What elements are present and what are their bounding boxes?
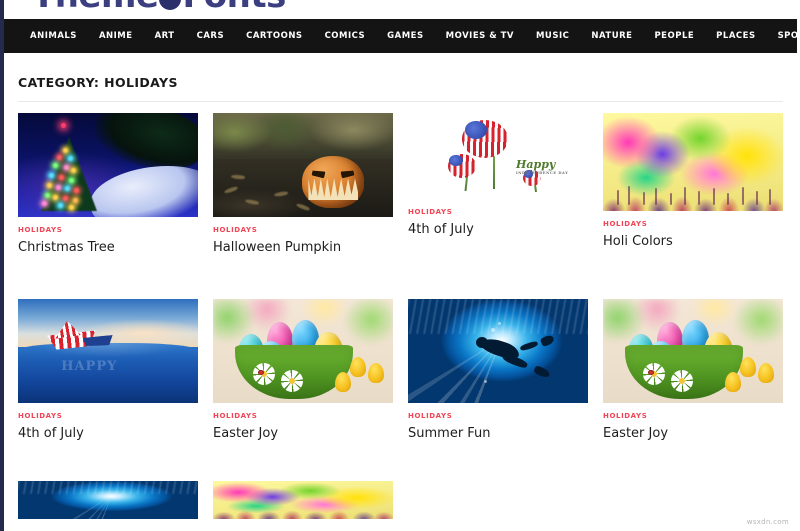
- card-category-label[interactable]: HOLIDAYS: [213, 226, 393, 234]
- nav-item-music[interactable]: MUSIC: [536, 31, 569, 41]
- card-category-label[interactable]: HOLIDAYS: [18, 226, 198, 234]
- card-title[interactable]: Summer Fun: [408, 426, 588, 442]
- card-holi-colors[interactable]: HOLIDAYS Holi Colors: [603, 113, 783, 250]
- nav-item-places[interactable]: PLACES: [716, 31, 755, 41]
- nav-item-nature[interactable]: NATURE: [591, 31, 632, 41]
- card-category-label[interactable]: HOLIDAYS: [18, 412, 198, 420]
- site-logo-tail: Fonts: [182, 0, 286, 16]
- logo-dot-icon: [159, 0, 182, 10]
- halloween-pumpkin-icon: [213, 113, 393, 217]
- card-halloween-pumpkin[interactable]: HOLIDAYS Halloween Pumpkin: [213, 113, 393, 256]
- thumbnail-image[interactable]: [603, 299, 783, 403]
- site-logo-band: Theme Fonts: [4, 0, 797, 19]
- thumbnail-image[interactable]: [213, 481, 393, 519]
- nav-item-cartoons[interactable]: CARTOONS: [246, 31, 302, 41]
- card-partial-1[interactable]: [18, 481, 198, 519]
- card-category-label[interactable]: HOLIDAYS: [408, 412, 588, 420]
- nav-item-animals[interactable]: ANIMALS: [30, 31, 77, 41]
- thumbnail-image[interactable]: [213, 299, 393, 403]
- site-logo-head: Theme: [32, 0, 159, 16]
- card-title[interactable]: 4th of July: [408, 222, 588, 238]
- flag-boat-icon: HAPPY: [18, 299, 198, 403]
- scuba-diver-icon: [408, 299, 588, 403]
- easter-eggs-icon: [603, 299, 783, 403]
- page-root: Theme Fonts ANIMALS ANIME ART CARS CARTOO…: [0, 0, 800, 531]
- holi-colors-icon: [213, 481, 393, 519]
- nav-item-sports[interactable]: SPORTS: [778, 31, 800, 41]
- nav-item-cars[interactable]: CARS: [197, 31, 224, 41]
- grid-row: HOLIDAYS Christmas Tree HOLIDAYS Hallowe…: [18, 113, 790, 299]
- card-title[interactable]: 4th of July: [18, 426, 198, 442]
- card-category-label[interactable]: HOLIDAYS: [603, 220, 783, 228]
- main-navigation: ANIMALS ANIME ART CARS CARTOONS COMICS G…: [4, 19, 800, 53]
- nav-item-people[interactable]: PEOPLE: [654, 31, 694, 41]
- card-4th-of-july-flowers[interactable]: Happy INDEPENDENCE DAY HOLIDAYS 4th of Ju…: [408, 113, 588, 238]
- july4-flowers-icon: Happy INDEPENDENCE DAY: [408, 113, 588, 199]
- grid-row: HAPPY HOLIDAYS 4th of July HOLIDAYS East…: [18, 299, 790, 481]
- nav-item-comics[interactable]: COMICS: [325, 31, 366, 41]
- holi-colors-icon: [603, 113, 783, 211]
- card-title[interactable]: Christmas Tree: [18, 240, 198, 256]
- thumbnail-grid: HOLIDAYS Christmas Tree HOLIDAYS Hallowe…: [18, 113, 790, 531]
- site-watermark: wsxdn.com: [746, 518, 789, 526]
- card-easter-joy-2[interactable]: HOLIDAYS Easter Joy: [603, 299, 783, 442]
- card-title[interactable]: Easter Joy: [213, 426, 393, 442]
- main-content: CATEGORY: HOLIDAYS HOLIDAYS Christmas Tr…: [4, 53, 797, 531]
- card-category-label[interactable]: HOLIDAYS: [408, 208, 588, 216]
- card-title[interactable]: Holi Colors: [603, 234, 783, 250]
- grid-row-partial: [18, 481, 790, 531]
- thumbnail-image[interactable]: [603, 113, 783, 211]
- christmas-tree-icon: [18, 113, 198, 217]
- card-easter-joy-1[interactable]: HOLIDAYS Easter Joy: [213, 299, 393, 442]
- thumbnail-image[interactable]: Happy INDEPENDENCE DAY: [408, 113, 588, 199]
- card-4th-of-july-boat[interactable]: HAPPY HOLIDAYS 4th of July: [18, 299, 198, 442]
- nav-item-anime[interactable]: ANIME: [99, 31, 133, 41]
- thumbnail-image[interactable]: [18, 481, 198, 519]
- card-category-label[interactable]: HOLIDAYS: [213, 412, 393, 420]
- scuba-diver-icon: [18, 481, 198, 519]
- site-logo[interactable]: Theme Fonts: [32, 0, 286, 16]
- page-title: CATEGORY: HOLIDAYS: [18, 75, 178, 90]
- card-category-label[interactable]: HOLIDAYS: [603, 412, 783, 420]
- nav-item-movies-tv[interactable]: MOVIES & TV: [446, 31, 514, 41]
- thumbnail-image[interactable]: [213, 113, 393, 217]
- thumbnail-image[interactable]: [408, 299, 588, 403]
- thumbnail-image[interactable]: HAPPY: [18, 299, 198, 403]
- nav-item-art[interactable]: ART: [155, 31, 175, 41]
- card-title[interactable]: Easter Joy: [603, 426, 783, 442]
- easter-eggs-icon: [213, 299, 393, 403]
- card-title[interactable]: Halloween Pumpkin: [213, 240, 393, 256]
- title-divider: [18, 101, 783, 102]
- card-summer-fun[interactable]: HOLIDAYS Summer Fun: [408, 299, 588, 442]
- card-christmas-tree[interactable]: HOLIDAYS Christmas Tree: [18, 113, 198, 256]
- nav-item-games[interactable]: GAMES: [387, 31, 423, 41]
- card-partial-2[interactable]: [213, 481, 393, 519]
- thumbnail-image[interactable]: [18, 113, 198, 217]
